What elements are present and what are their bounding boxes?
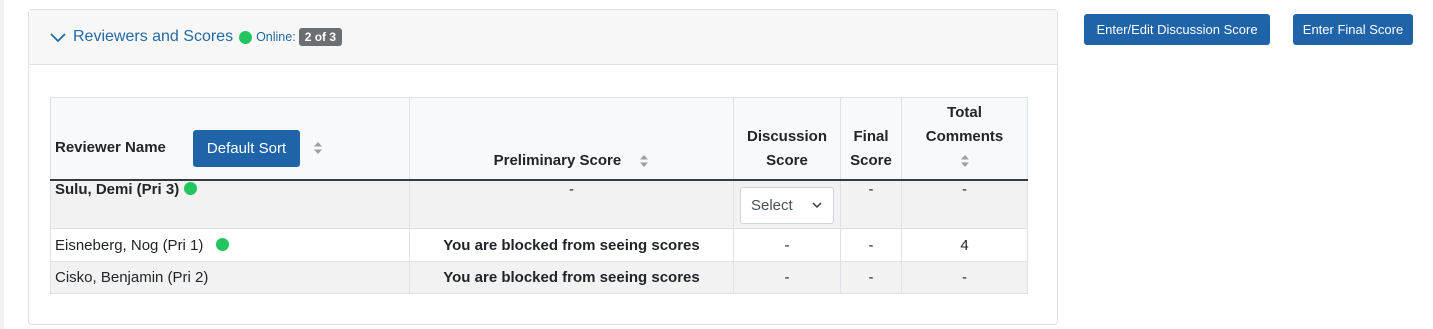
reviewer-name: Sulu, Demi (Pri 3)	[55, 180, 180, 198]
sort-icon[interactable]	[313, 141, 323, 155]
discussion-score-cell: Select	[733, 179, 841, 229]
preliminary-score-cell: You are blocked from seeing scores	[409, 228, 734, 262]
column-reviewer-name: Reviewer Name Default Sort	[50, 97, 410, 181]
reviewer-name-header: Reviewer Name	[55, 139, 166, 156]
online-count-badge: 2 of 3	[298, 28, 343, 46]
chevron-down-icon	[812, 202, 822, 209]
discussion-score-cell: -	[733, 261, 841, 294]
reviewer-name-cell: Eisneberg, Nog (Pri 1)	[50, 228, 410, 262]
total-comments-cell: 4	[901, 228, 1028, 262]
reviewers-panel: Reviewers and Scores Online: 2 of 3 Revi…	[28, 9, 1058, 325]
reviewer-name-cell: Sulu, Demi (Pri 3)	[50, 179, 410, 229]
final-header-line1: Final	[853, 127, 889, 145]
reviewer-name: Cisko, Benjamin (Pri 2)	[55, 269, 209, 286]
online-status-icon	[216, 237, 230, 251]
column-total-comments: Total Comments	[901, 97, 1028, 181]
preliminary-score-header: Preliminary Score	[493, 151, 622, 169]
discussion-score-cell: -	[733, 228, 841, 262]
table-row: Sulu, Demi (Pri 3) - Select - -	[50, 179, 1028, 229]
reviewer-name: Eisneberg, Nog (Pri 1)	[55, 236, 204, 254]
final-score-cell: -	[840, 261, 902, 294]
sort-icon[interactable]	[960, 154, 970, 168]
chevron-down-icon[interactable]	[49, 28, 67, 46]
left-edge	[0, 0, 4, 329]
select-value: Select	[751, 196, 793, 214]
table-header-row: Reviewer Name Default Sort Preliminary S…	[50, 97, 1028, 181]
table-row: Cisko, Benjamin (Pri 2) You are blocked …	[50, 261, 1028, 294]
preliminary-score-cell: You are blocked from seeing scores	[409, 261, 734, 294]
total-header-line1: Total	[947, 103, 982, 121]
enter-discussion-score-button[interactable]: Enter/Edit Discussion Score	[1084, 14, 1270, 45]
reviewer-scores-table: Reviewer Name Default Sort Preliminary S…	[50, 97, 1028, 294]
column-preliminary-score: Preliminary Score	[409, 97, 734, 181]
total-comments-cell: -	[901, 179, 1028, 229]
column-final-score: Final Score	[840, 97, 902, 181]
enter-final-score-button[interactable]: Enter Final Score	[1293, 14, 1413, 45]
online-label: Online:	[256, 30, 296, 44]
total-comments-cell: -	[901, 261, 1028, 294]
discussion-header-line1: Discussion	[746, 127, 828, 145]
total-header-line2: Comments	[925, 127, 1004, 145]
default-sort-button[interactable]: Default Sort	[192, 129, 301, 167]
final-score-cell: -	[840, 228, 902, 262]
panel-title[interactable]: Reviewers and Scores	[73, 28, 233, 46]
table-row: Eisneberg, Nog (Pri 1) You are blocked f…	[50, 228, 1028, 262]
discussion-header-line2: Score	[766, 151, 808, 169]
reviewer-name-cell: Cisko, Benjamin (Pri 2)	[50, 261, 410, 294]
discussion-score-select[interactable]: Select	[740, 186, 834, 224]
final-score-cell: -	[840, 179, 902, 229]
final-header-line2: Score	[850, 151, 892, 169]
column-discussion-score: Discussion Score	[733, 97, 841, 181]
online-status-icon	[184, 181, 198, 195]
online-status-icon	[239, 30, 253, 44]
sort-icon[interactable]	[639, 154, 649, 168]
preliminary-score-cell: -	[409, 179, 734, 229]
panel-header[interactable]: Reviewers and Scores Online: 2 of 3	[29, 10, 1057, 65]
